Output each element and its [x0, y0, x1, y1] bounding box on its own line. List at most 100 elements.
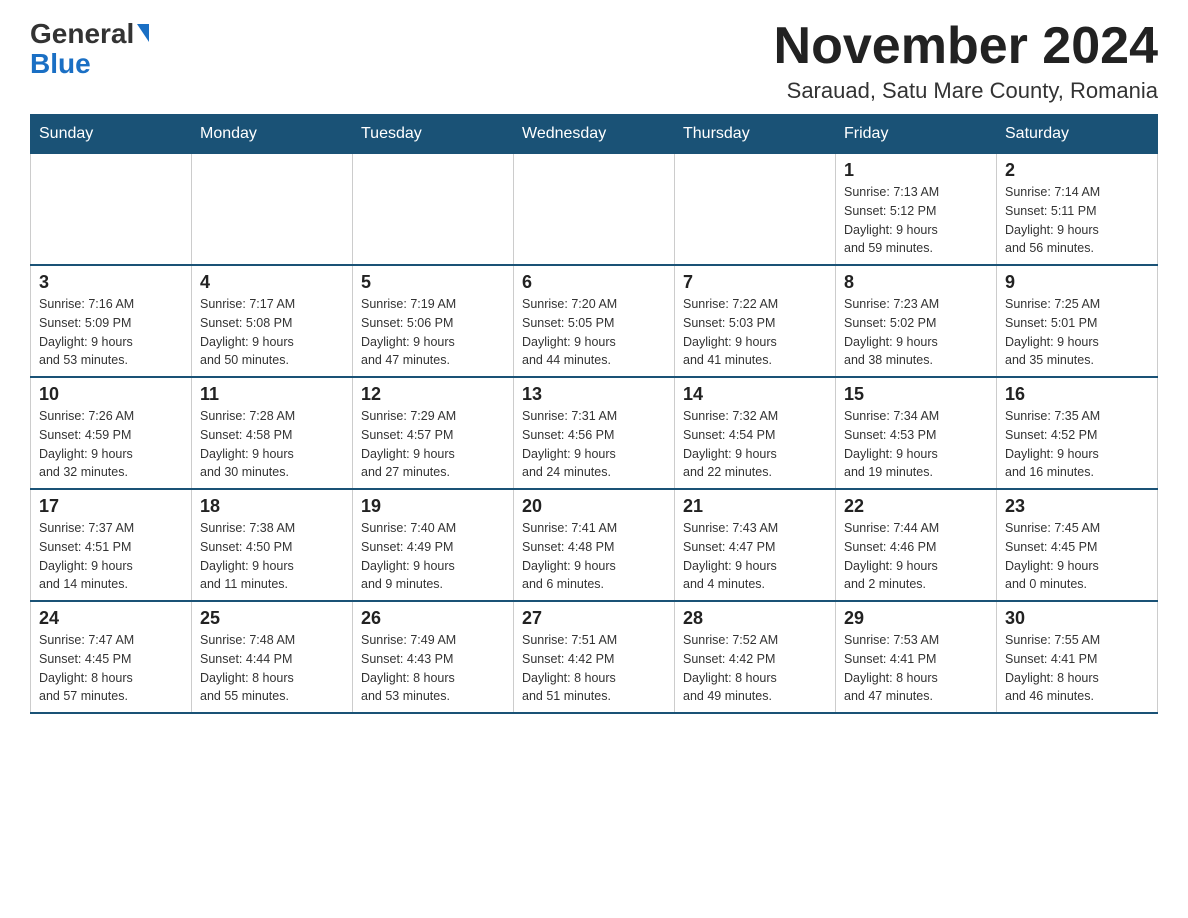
calendar-cell: 4Sunrise: 7:17 AM Sunset: 5:08 PM Daylig… [192, 265, 353, 377]
day-info: Sunrise: 7:17 AM Sunset: 5:08 PM Dayligh… [200, 295, 344, 370]
day-info: Sunrise: 7:31 AM Sunset: 4:56 PM Dayligh… [522, 407, 666, 482]
calendar-cell: 20Sunrise: 7:41 AM Sunset: 4:48 PM Dayli… [514, 489, 675, 601]
day-info: Sunrise: 7:22 AM Sunset: 5:03 PM Dayligh… [683, 295, 827, 370]
calendar-cell: 3Sunrise: 7:16 AM Sunset: 5:09 PM Daylig… [31, 265, 192, 377]
day-info: Sunrise: 7:45 AM Sunset: 4:45 PM Dayligh… [1005, 519, 1149, 594]
day-number: 13 [522, 384, 666, 405]
calendar-cell: 6Sunrise: 7:20 AM Sunset: 5:05 PM Daylig… [514, 265, 675, 377]
calendar-cell: 27Sunrise: 7:51 AM Sunset: 4:42 PM Dayli… [514, 601, 675, 713]
day-number: 21 [683, 496, 827, 517]
calendar-week-row: 1Sunrise: 7:13 AM Sunset: 5:12 PM Daylig… [31, 154, 1158, 266]
day-info: Sunrise: 7:37 AM Sunset: 4:51 PM Dayligh… [39, 519, 183, 594]
day-number: 11 [200, 384, 344, 405]
day-info: Sunrise: 7:41 AM Sunset: 4:48 PM Dayligh… [522, 519, 666, 594]
calendar-cell: 17Sunrise: 7:37 AM Sunset: 4:51 PM Dayli… [31, 489, 192, 601]
calendar-cell: 14Sunrise: 7:32 AM Sunset: 4:54 PM Dayli… [675, 377, 836, 489]
day-number: 12 [361, 384, 505, 405]
day-number: 8 [844, 272, 988, 293]
calendar-week-row: 24Sunrise: 7:47 AM Sunset: 4:45 PM Dayli… [31, 601, 1158, 713]
day-number: 6 [522, 272, 666, 293]
calendar-cell [31, 154, 192, 266]
calendar-header-friday: Friday [836, 115, 997, 154]
day-number: 26 [361, 608, 505, 629]
day-info: Sunrise: 7:40 AM Sunset: 4:49 PM Dayligh… [361, 519, 505, 594]
calendar-cell: 22Sunrise: 7:44 AM Sunset: 4:46 PM Dayli… [836, 489, 997, 601]
calendar-cell: 15Sunrise: 7:34 AM Sunset: 4:53 PM Dayli… [836, 377, 997, 489]
day-number: 18 [200, 496, 344, 517]
logo-general: General [30, 20, 134, 48]
day-number: 17 [39, 496, 183, 517]
day-info: Sunrise: 7:29 AM Sunset: 4:57 PM Dayligh… [361, 407, 505, 482]
calendar-week-row: 17Sunrise: 7:37 AM Sunset: 4:51 PM Dayli… [31, 489, 1158, 601]
calendar-header-sunday: Sunday [31, 115, 192, 154]
day-number: 22 [844, 496, 988, 517]
day-info: Sunrise: 7:26 AM Sunset: 4:59 PM Dayligh… [39, 407, 183, 482]
day-number: 20 [522, 496, 666, 517]
calendar-cell: 7Sunrise: 7:22 AM Sunset: 5:03 PM Daylig… [675, 265, 836, 377]
day-info: Sunrise: 7:23 AM Sunset: 5:02 PM Dayligh… [844, 295, 988, 370]
day-number: 29 [844, 608, 988, 629]
day-info: Sunrise: 7:32 AM Sunset: 4:54 PM Dayligh… [683, 407, 827, 482]
day-info: Sunrise: 7:47 AM Sunset: 4:45 PM Dayligh… [39, 631, 183, 706]
calendar-cell: 10Sunrise: 7:26 AM Sunset: 4:59 PM Dayli… [31, 377, 192, 489]
day-number: 28 [683, 608, 827, 629]
title-section: November 2024 Sarauad, Satu Mare County,… [774, 20, 1158, 104]
day-info: Sunrise: 7:16 AM Sunset: 5:09 PM Dayligh… [39, 295, 183, 370]
calendar-cell: 28Sunrise: 7:52 AM Sunset: 4:42 PM Dayli… [675, 601, 836, 713]
calendar-cell: 1Sunrise: 7:13 AM Sunset: 5:12 PM Daylig… [836, 154, 997, 266]
day-info: Sunrise: 7:35 AM Sunset: 4:52 PM Dayligh… [1005, 407, 1149, 482]
day-number: 27 [522, 608, 666, 629]
calendar-cell [353, 154, 514, 266]
logo-blue: Blue [30, 48, 91, 79]
day-number: 5 [361, 272, 505, 293]
day-info: Sunrise: 7:55 AM Sunset: 4:41 PM Dayligh… [1005, 631, 1149, 706]
day-info: Sunrise: 7:20 AM Sunset: 5:05 PM Dayligh… [522, 295, 666, 370]
day-number: 7 [683, 272, 827, 293]
day-number: 9 [1005, 272, 1149, 293]
calendar-cell [514, 154, 675, 266]
location-title: Sarauad, Satu Mare County, Romania [774, 78, 1158, 104]
day-info: Sunrise: 7:51 AM Sunset: 4:42 PM Dayligh… [522, 631, 666, 706]
day-number: 24 [39, 608, 183, 629]
day-info: Sunrise: 7:14 AM Sunset: 5:11 PM Dayligh… [1005, 183, 1149, 258]
day-number: 30 [1005, 608, 1149, 629]
calendar-table: SundayMondayTuesdayWednesdayThursdayFrid… [30, 114, 1158, 714]
day-info: Sunrise: 7:49 AM Sunset: 4:43 PM Dayligh… [361, 631, 505, 706]
calendar-header-thursday: Thursday [675, 115, 836, 154]
calendar-cell: 30Sunrise: 7:55 AM Sunset: 4:41 PM Dayli… [997, 601, 1158, 713]
day-number: 15 [844, 384, 988, 405]
calendar-cell: 25Sunrise: 7:48 AM Sunset: 4:44 PM Dayli… [192, 601, 353, 713]
calendar-cell: 24Sunrise: 7:47 AM Sunset: 4:45 PM Dayli… [31, 601, 192, 713]
calendar-cell: 2Sunrise: 7:14 AM Sunset: 5:11 PM Daylig… [997, 154, 1158, 266]
calendar-cell: 23Sunrise: 7:45 AM Sunset: 4:45 PM Dayli… [997, 489, 1158, 601]
calendar-cell: 12Sunrise: 7:29 AM Sunset: 4:57 PM Dayli… [353, 377, 514, 489]
calendar-header-monday: Monday [192, 115, 353, 154]
day-number: 16 [1005, 384, 1149, 405]
calendar-cell: 13Sunrise: 7:31 AM Sunset: 4:56 PM Dayli… [514, 377, 675, 489]
calendar-cell: 5Sunrise: 7:19 AM Sunset: 5:06 PM Daylig… [353, 265, 514, 377]
day-number: 23 [1005, 496, 1149, 517]
calendar-cell: 11Sunrise: 7:28 AM Sunset: 4:58 PM Dayli… [192, 377, 353, 489]
day-number: 25 [200, 608, 344, 629]
day-number: 1 [844, 160, 988, 181]
day-info: Sunrise: 7:34 AM Sunset: 4:53 PM Dayligh… [844, 407, 988, 482]
calendar-cell: 8Sunrise: 7:23 AM Sunset: 5:02 PM Daylig… [836, 265, 997, 377]
calendar-header-wednesday: Wednesday [514, 115, 675, 154]
day-number: 3 [39, 272, 183, 293]
calendar-cell [192, 154, 353, 266]
calendar-header-row: SundayMondayTuesdayWednesdayThursdayFrid… [31, 115, 1158, 154]
day-info: Sunrise: 7:13 AM Sunset: 5:12 PM Dayligh… [844, 183, 988, 258]
calendar-cell [675, 154, 836, 266]
day-info: Sunrise: 7:48 AM Sunset: 4:44 PM Dayligh… [200, 631, 344, 706]
calendar-week-row: 3Sunrise: 7:16 AM Sunset: 5:09 PM Daylig… [31, 265, 1158, 377]
calendar-cell: 29Sunrise: 7:53 AM Sunset: 4:41 PM Dayli… [836, 601, 997, 713]
calendar-cell: 18Sunrise: 7:38 AM Sunset: 4:50 PM Dayli… [192, 489, 353, 601]
calendar-cell: 9Sunrise: 7:25 AM Sunset: 5:01 PM Daylig… [997, 265, 1158, 377]
day-number: 2 [1005, 160, 1149, 181]
page-header: General Blue November 2024 Sarauad, Satu… [30, 20, 1158, 104]
calendar-header-tuesday: Tuesday [353, 115, 514, 154]
calendar-cell: 21Sunrise: 7:43 AM Sunset: 4:47 PM Dayli… [675, 489, 836, 601]
calendar-cell: 26Sunrise: 7:49 AM Sunset: 4:43 PM Dayli… [353, 601, 514, 713]
day-info: Sunrise: 7:19 AM Sunset: 5:06 PM Dayligh… [361, 295, 505, 370]
day-info: Sunrise: 7:25 AM Sunset: 5:01 PM Dayligh… [1005, 295, 1149, 370]
